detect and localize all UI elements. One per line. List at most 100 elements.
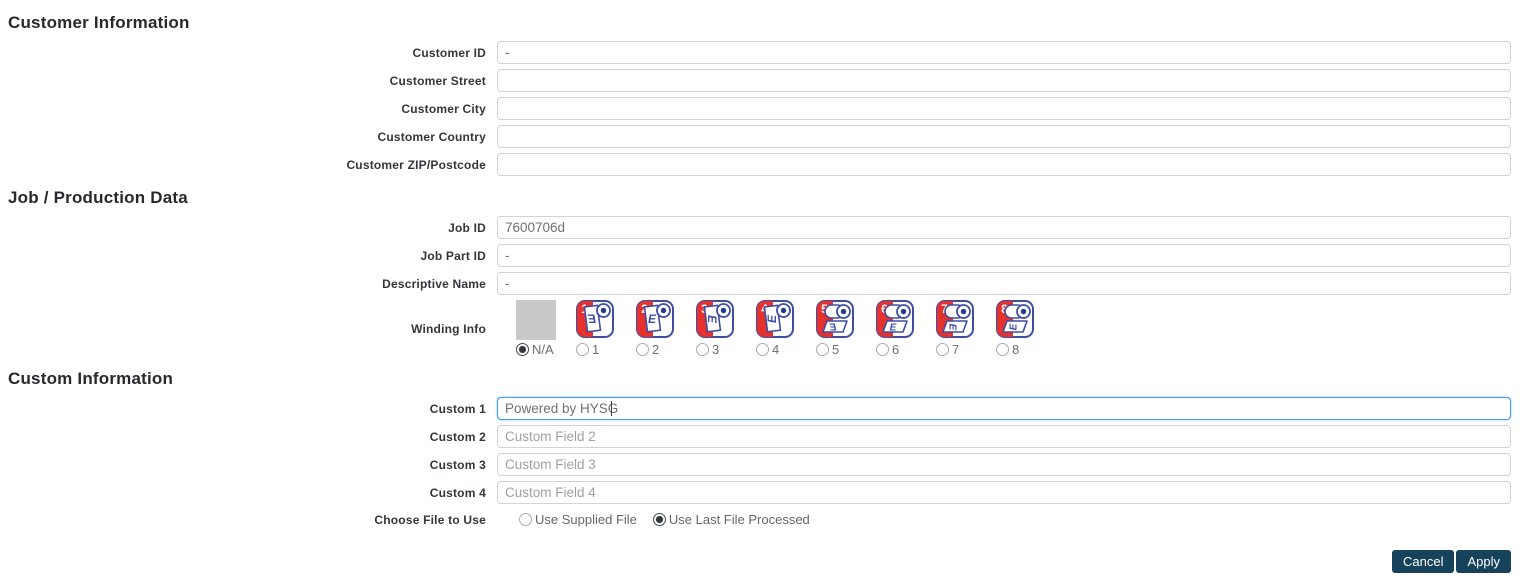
winding-radio-8[interactable] [996,343,1009,356]
custom-3-label: Custom 3 [429,457,486,472]
winding-radio-row: 3 [696,342,719,357]
winding-radio-row: 5 [816,342,839,357]
form-row-customer-city: Customer City [8,97,1511,120]
winding-radio-row: 2 [636,342,659,357]
file-choice-radio-use-last-file-processed[interactable] [652,513,666,526]
winding-radio-6[interactable] [876,343,889,356]
winding-roll-flat-6-icon: 6E [876,300,914,341]
customer-city-input[interactable] [497,97,1511,120]
svg-text:E: E [648,312,657,326]
cancel-button[interactable]: Cancel [1392,550,1455,573]
svg-text:E: E [587,312,596,326]
form-row-customer-country: Customer Country [8,125,1511,148]
file-choice-group: Use Supplied File Use Last File Processed [519,512,826,527]
custom-3-input[interactable] [497,453,1511,476]
winding-option-4: 4E4 [756,300,816,357]
job-ticket-form: Customer Information Customer ID Custome… [0,0,1520,573]
form-row-customer-id: Customer ID [8,41,1511,64]
winding-info-label: Winding Info [411,321,486,336]
customer-country-label: Customer Country [377,129,486,144]
file-choice-radio-use-supplied-file[interactable] [519,513,532,526]
winding-radio-7[interactable] [936,343,949,356]
file-choice-option-use-supplied-file: Use Supplied File [519,512,637,527]
winding-option-6: 6E6 [876,300,936,357]
section-title-customer-information: Customer Information [8,13,190,32]
job-part-id-label: Job Part ID [420,248,486,263]
footer-actions: Cancel Apply [8,550,1511,573]
apply-button[interactable]: Apply [1456,550,1511,573]
winding-radio-label: 2 [652,342,660,357]
winding-radio-row: N/A [516,342,554,357]
svg-text:E: E [829,323,836,334]
winding-radio-label: 3 [712,342,720,357]
winding-option-3: 3E3 [696,300,756,357]
form-row-custom-1: Custom 1 [8,397,1511,420]
file-choice-option-label: Use Supplied File [535,512,637,527]
job-id-label: Job ID [448,220,486,235]
choose-file-label: Choose File to Use [374,512,486,527]
svg-text:E: E [890,323,897,334]
winding-roll-hanging-1-icon: 1E [576,300,614,341]
winding-option-2: 2E2 [636,300,696,357]
winding-radio-label: 8 [1012,342,1020,357]
form-row-job-id: Job ID [8,216,1511,239]
winding-radio-row: 6 [876,342,899,357]
winding-roll-flat-5-icon: 5E [816,300,854,341]
customer-country-input[interactable] [497,125,1511,148]
winding-radio-row: 7 [936,342,959,357]
section-title-job-production-data: Job / Production Data [8,188,188,207]
winding-radio-row: 1 [576,342,599,357]
svg-text:E: E [947,324,958,331]
job-id-input[interactable] [497,216,1511,239]
winding-radio-label: 7 [952,342,960,357]
form-row-winding-info: Winding Info N/A1E12E23E34E45E56E67E78E8 [8,300,1511,357]
winding-radio-2[interactable] [636,343,649,356]
form-row-customer-zip: Customer ZIP/Postcode [8,153,1511,176]
winding-radio-label: N/A [532,342,554,357]
descriptive-name-input[interactable] [497,272,1511,295]
winding-radio-label: 6 [892,342,900,357]
form-row-custom-2: Custom 2 [8,425,1511,448]
winding-roll-hanging-4-icon: 4E [756,300,794,341]
text-cursor [611,401,612,416]
customer-street-input[interactable] [497,69,1511,92]
winding-radio-row: 4 [756,342,779,357]
winding-radio-n-a[interactable] [516,343,529,356]
winding-radio-1[interactable] [576,343,589,356]
custom-1-input[interactable] [497,397,1511,420]
svg-text:E: E [765,314,779,323]
custom-1-label: Custom 1 [429,401,486,416]
file-choice-option-label: Use Last File Processed [668,512,810,527]
winding-roll-flat-8-icon: 8E [996,300,1034,341]
custom-4-input[interactable] [497,481,1511,504]
winding-roll-flat-7-icon: 7E [936,300,974,341]
form-row-customer-street: Customer Street [8,69,1511,92]
winding-roll-hanging-2-icon: 2E [636,300,674,341]
winding-na-placeholder-icon [516,300,556,341]
file-choice-option-use-last-file-processed: Use Last File Processed [652,512,810,527]
job-part-id-input[interactable] [497,244,1511,267]
svg-text:E: E [705,315,719,324]
customer-city-label: Customer City [401,101,486,116]
form-row-job-part-id: Job Part ID [8,244,1511,267]
customer-zip-input[interactable] [497,153,1511,176]
winding-option-n-a: N/A [516,300,576,357]
winding-options-group: N/A1E12E23E34E45E56E67E78E8 [516,300,1056,357]
winding-option-8: 8E8 [996,300,1056,357]
customer-zip-label: Customer ZIP/Postcode [346,157,486,172]
custom-4-label: Custom 4 [429,485,486,500]
custom-2-input[interactable] [497,425,1511,448]
winding-radio-5[interactable] [816,343,829,356]
descriptive-name-label: Descriptive Name [382,276,486,291]
customer-id-input[interactable] [497,41,1511,64]
svg-text:E: E [1009,323,1020,330]
custom-2-label: Custom 2 [429,429,486,444]
winding-radio-3[interactable] [696,343,709,356]
winding-radio-row: 8 [996,342,1019,357]
customer-street-label: Customer Street [389,73,486,88]
winding-radio-label: 4 [772,342,780,357]
winding-radio-4[interactable] [756,343,769,356]
form-row-choose-file: Choose File to Use Use Supplied File Use … [8,512,1511,527]
customer-id-label: Customer ID [412,45,486,60]
winding-na-box-icon [516,300,556,340]
